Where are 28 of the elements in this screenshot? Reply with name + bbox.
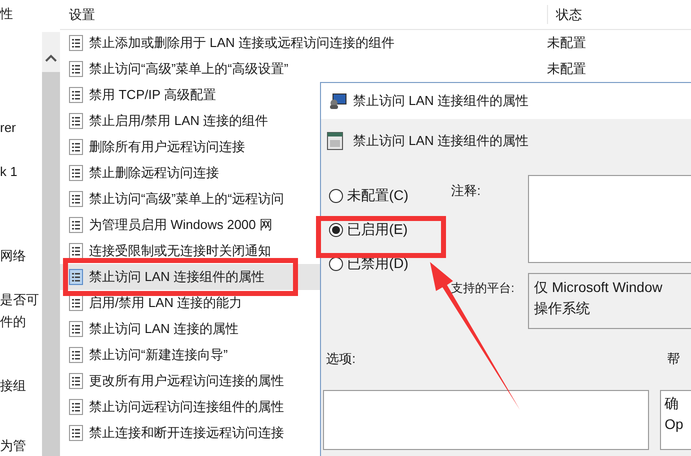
policy-state: 未配置 xyxy=(547,60,587,78)
policy-name: 禁止启用/禁用 LAN 连接的组件 xyxy=(89,112,268,130)
policy-state: 未配置 xyxy=(547,34,587,52)
policy-name: 禁止访问“高级”菜单上的“高级设置” xyxy=(89,60,288,78)
policy-name: 禁用 TCP/IP 高级配置 xyxy=(89,86,216,104)
policy-name: 连接受限制或无连接时关闭通知 xyxy=(89,242,271,260)
policy-name: 为管理员启用 Windows 2000 网 xyxy=(89,216,272,234)
policy-name: 禁止添加或删除用于 LAN 连接或远程访问连接的组件 xyxy=(89,34,395,52)
policy-name: 禁止连接和断开连接远程访问连接 xyxy=(89,424,284,442)
comment-label: 注释: xyxy=(451,182,482,200)
policy-name: 启用/禁用 LAN 连接的能力 xyxy=(89,294,242,312)
help-label: 帮 xyxy=(667,350,680,368)
platform-text: 仅 Microsoft Window xyxy=(534,278,664,296)
dialog-title: 禁止访问 LAN 连接组件的属性 xyxy=(353,92,529,110)
policy-name: 禁止访问“高级”菜单上的“远程访问 xyxy=(89,190,284,208)
platform-text: 操作系统 xyxy=(534,298,591,318)
platform-label: 支持的平台: xyxy=(451,280,516,296)
help-text: 确 xyxy=(664,394,680,413)
policy-name: 禁止访问 LAN 连接的属性 xyxy=(89,320,239,338)
policy-name: 禁止删除远程访问连接 xyxy=(89,164,219,182)
policy-name: 禁止访问 LAN 连接组件的属性 xyxy=(89,268,265,286)
policy-heading: 禁止访问 LAN 连接组件的属性 xyxy=(353,132,529,150)
help-text: Op xyxy=(664,415,684,434)
policy-name: 删除所有用户远程访问连接 xyxy=(89,138,245,156)
policy-name: 禁止访问远程访问连接组件的属性 xyxy=(89,398,284,416)
policy-name: 禁止访问“新建连接向导” xyxy=(89,346,228,364)
policy-name: 更改所有用户远程访问连接的属性 xyxy=(89,372,284,390)
options-label: 选项: xyxy=(326,350,357,368)
